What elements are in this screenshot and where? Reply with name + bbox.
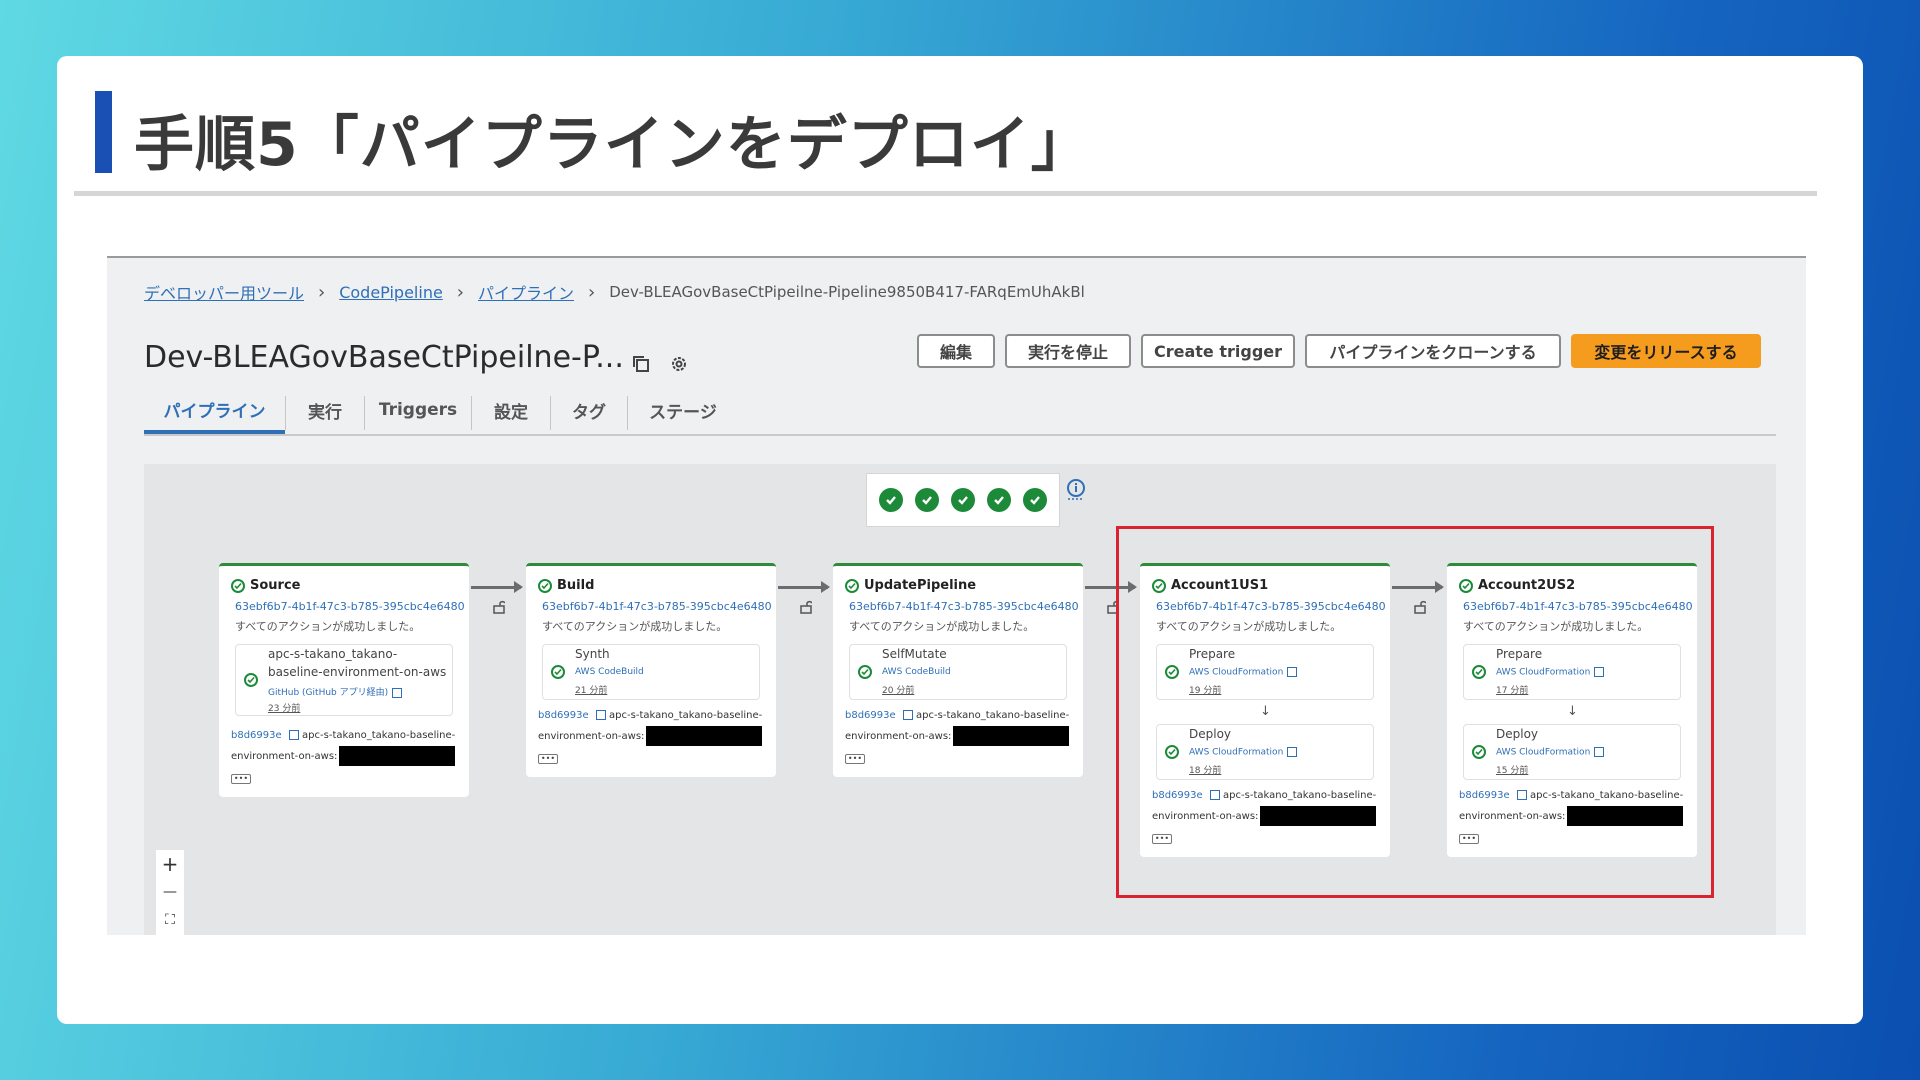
breadcrumb-current: Dev-BLEAGovBaseCtPipeilne-Pipeline9850B4… <box>609 283 1085 301</box>
chevron-right-icon: › <box>456 281 464 303</box>
stage-name: Build <box>557 578 595 593</box>
chevron-right-icon: › <box>318 281 326 303</box>
action-name-cont: baseline-environment-on-aws <box>268 665 447 679</box>
commit-info-cont: environment-on-aws: <box>231 746 456 767</box>
stage-connector-arrow <box>778 581 830 593</box>
title-accent-bar <box>95 91 112 173</box>
unlock-icon[interactable] <box>493 600 505 614</box>
fit-view-button[interactable]: ⛶ <box>156 906 184 934</box>
check-circle-icon <box>858 665 872 679</box>
action-provider-link[interactable]: AWS CodeBuild <box>882 667 951 677</box>
copy-icon[interactable] <box>631 354 651 374</box>
commit-link[interactable]: b8d6993e <box>845 710 896 721</box>
page-title: Dev-BLEAGovBaseCtPipeilne-P... <box>144 340 624 375</box>
commit-info-cont: environment-on-aws: <box>538 726 763 747</box>
stage-status-summary <box>866 473 1060 527</box>
action-name: SelfMutate <box>882 647 947 661</box>
console-screenshot: デベロッパー用ツール › CodePipeline › パイプライン › Dev… <box>107 256 1806 935</box>
title-divider <box>74 191 1817 196</box>
action-selfmutate: SelfMutate AWS CodeBuild 20 分前 <box>849 644 1067 700</box>
redacted-block <box>953 726 1070 746</box>
stage-name: Source <box>250 578 301 593</box>
unlock-icon[interactable] <box>800 600 812 614</box>
stage-status-message: すべてのアクションが成功しました。 <box>235 620 421 633</box>
clone-pipeline-button[interactable]: パイプラインをクローンする <box>1305 334 1561 368</box>
breadcrumb-pipelines[interactable]: パイプライン <box>478 280 574 304</box>
slide-title: 手順5「パイプラインをデプロイ」 <box>134 110 1092 180</box>
tab-stages[interactable]: ステージ <box>628 388 738 432</box>
stop-execution-button[interactable]: 実行を停止 <box>1005 334 1131 368</box>
stage-name: UpdatePipeline <box>864 578 977 593</box>
check-circle-icon <box>551 665 565 679</box>
stage-status-message: すべてのアクションが成功しました。 <box>542 620 728 633</box>
info-icon[interactable] <box>1065 478 1087 500</box>
commit-link[interactable]: b8d6993e <box>231 730 282 741</box>
check-circle-icon <box>987 488 1011 512</box>
stage-build: Build 63ebf6b7-4b1f-47c3-b785-395cbc4e64… <box>526 563 776 777</box>
tab-tags[interactable]: タグ <box>551 388 627 432</box>
commit-info: b8d6993e apc-s-takano_takano-baseline- <box>845 710 1070 721</box>
commit-info-cont: environment-on-aws: <box>845 726 1070 747</box>
tab-executions[interactable]: 実行 <box>286 388 364 432</box>
stage-source: Source 63ebf6b7-4b1f-47c3-b785-395cbc4e6… <box>219 563 469 797</box>
external-link-icon <box>288 730 299 740</box>
stage-update-pipeline: UpdatePipeline 63ebf6b7-4b1f-47c3-b785-3… <box>833 563 1083 777</box>
stage-status-message: すべてのアクションが成功しました。 <box>849 620 1035 633</box>
more-button[interactable]: ••• <box>845 754 865 764</box>
breadcrumb-developer-tools[interactable]: デベロッパー用ツール <box>144 280 304 304</box>
chevron-right-icon: › <box>588 281 596 303</box>
check-circle-icon <box>538 578 552 593</box>
tab-bar: パイプライン 実行 Triggers 設定 タグ ステージ <box>144 388 1776 436</box>
execution-id-link[interactable]: 63ebf6b7-4b1f-47c3-b785-395cbc4e6480 <box>542 600 772 613</box>
check-circle-icon <box>845 578 859 593</box>
action-source: apc-s-takano_takano- baseline-environmen… <box>235 644 453 716</box>
check-circle-icon <box>1023 488 1047 512</box>
action-time[interactable]: 20 分前 <box>882 683 914 696</box>
action-time[interactable]: 23 分前 <box>268 701 300 714</box>
execution-id-link[interactable]: 63ebf6b7-4b1f-47c3-b785-395cbc4e6480 <box>235 600 465 613</box>
action-provider-link[interactable]: GitHub (GitHub アプリ経由) <box>268 685 403 698</box>
external-link-icon <box>902 710 913 720</box>
more-button[interactable]: ••• <box>538 754 558 764</box>
stage-connector-arrow <box>471 581 523 593</box>
tab-pipeline[interactable]: パイプライン <box>144 388 285 434</box>
check-circle-icon <box>244 673 258 687</box>
highlight-frame <box>1116 526 1714 898</box>
breadcrumb-codepipeline[interactable]: CodePipeline <box>339 283 443 302</box>
action-name: apc-s-takano_takano- <box>268 647 398 661</box>
action-name: Synth <box>575 647 610 661</box>
commit-info: b8d6993e apc-s-takano_takano-baseline- <box>231 730 456 741</box>
external-link-icon <box>392 687 403 698</box>
create-trigger-button[interactable]: Create trigger <box>1141 334 1295 368</box>
check-circle-icon <box>951 488 975 512</box>
check-circle-icon <box>915 488 939 512</box>
zoom-in-button[interactable]: + <box>156 850 184 878</box>
edit-button[interactable]: 編集 <box>917 334 995 368</box>
check-circle-icon <box>231 578 245 593</box>
redacted-block <box>646 726 763 746</box>
breadcrumb: デベロッパー用ツール › CodePipeline › パイプライン › Dev… <box>144 280 1085 304</box>
commit-link[interactable]: b8d6993e <box>538 710 589 721</box>
zoom-out-button[interactable]: — <box>156 878 184 906</box>
gear-icon[interactable] <box>669 354 689 374</box>
action-synth: Synth AWS CodeBuild 21 分前 <box>542 644 760 700</box>
release-change-button[interactable]: 変更をリリースする <box>1571 334 1761 368</box>
check-circle-icon <box>879 488 903 512</box>
redacted-block <box>339 746 456 766</box>
action-time[interactable]: 21 分前 <box>575 683 607 696</box>
more-button[interactable]: ••• <box>231 774 251 784</box>
external-link-icon <box>595 710 606 720</box>
commit-info: b8d6993e apc-s-takano_takano-baseline- <box>538 710 763 721</box>
execution-id-link[interactable]: 63ebf6b7-4b1f-47c3-b785-395cbc4e6480 <box>849 600 1079 613</box>
action-provider-link[interactable]: AWS CodeBuild <box>575 667 644 677</box>
tab-triggers[interactable]: Triggers <box>365 388 471 432</box>
zoom-controls: + — ⛶ <box>156 850 184 935</box>
tab-settings[interactable]: 設定 <box>472 388 550 432</box>
